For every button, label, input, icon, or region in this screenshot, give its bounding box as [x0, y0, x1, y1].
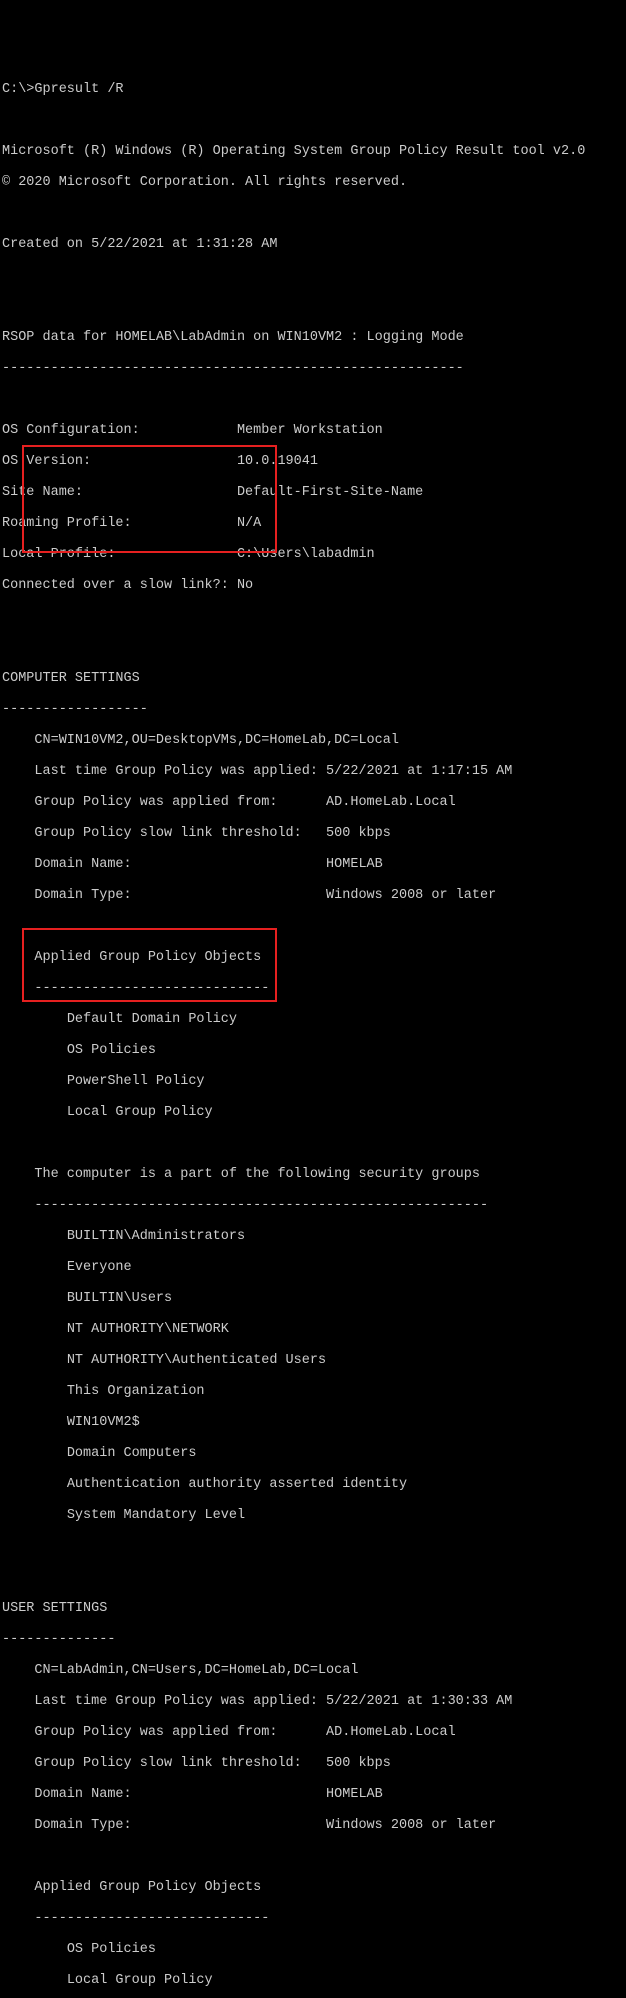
sec-group-item: BUILTIN\Users	[2, 1291, 624, 1307]
user-gpo-item: OS Policies	[2, 1942, 624, 1958]
terminal-output: C:\>Gpresult /R Microsoft (R) Windows (R…	[2, 66, 624, 1998]
sec-group-item: NT AUTHORITY\NETWORK	[2, 1322, 624, 1338]
sec-group-item: WIN10VM2$	[2, 1415, 624, 1431]
computer-settings-header: COMPUTER SETTINGS	[2, 671, 624, 687]
site-name: Site Name: Default-First-Site-Name	[2, 485, 624, 501]
user-last-applied: Last time Group Policy was applied: 5/22…	[2, 1694, 624, 1710]
applied-gpo-header-user: Applied Group Policy Objects	[2, 1880, 624, 1896]
comp-gpo-item: OS Policies	[2, 1043, 624, 1059]
os-version: OS Version: 10.0.19041	[2, 454, 624, 470]
tool-header-1: Microsoft (R) Windows (R) Operating Syst…	[2, 144, 624, 160]
rsop-rule: ----------------------------------------…	[2, 361, 624, 377]
comp-gpo-item: Local Group Policy	[2, 1105, 624, 1121]
sec-group-item: This Organization	[2, 1384, 624, 1400]
rsop-header: RSOP data for HOMELAB\LabAdmin on WIN10V…	[2, 330, 624, 346]
sec-group-item: NT AUTHORITY\Authenticated Users	[2, 1353, 624, 1369]
comp-domain-type: Domain Type: Windows 2008 or later	[2, 888, 624, 904]
user-dn: CN=LabAdmin,CN=Users,DC=HomeLab,DC=Local	[2, 1663, 624, 1679]
sec-groups-header: The computer is a part of the following …	[2, 1167, 624, 1183]
sec-group-item: BUILTIN\Administrators	[2, 1229, 624, 1245]
sec-group-item: System Mandatory Level	[2, 1508, 624, 1524]
user-domain-name: Domain Name: HOMELAB	[2, 1787, 624, 1803]
user-slow-threshold: Group Policy slow link threshold: 500 kb…	[2, 1756, 624, 1772]
computer-settings-rule: ------------------	[2, 702, 624, 718]
user-domain-type: Domain Type: Windows 2008 or later	[2, 1818, 624, 1834]
sec-group-item: Authentication authority asserted identi…	[2, 1477, 624, 1493]
applied-gpo-header-comp: Applied Group Policy Objects	[2, 950, 624, 966]
comp-slow-threshold: Group Policy slow link threshold: 500 kb…	[2, 826, 624, 842]
sec-group-item: Domain Computers	[2, 1446, 624, 1462]
sec-group-item: Everyone	[2, 1260, 624, 1276]
user-gpo-item: Local Group Policy	[2, 1973, 624, 1989]
local-profile: Local Profile: C:\Users\labadmin	[2, 547, 624, 563]
created-on: Created on ‎5/‎22/‎2021 at 1:31:28 AM	[2, 237, 624, 253]
roaming-profile: Roaming Profile: N/A	[2, 516, 624, 532]
os-config: OS Configuration: Member Workstation	[2, 423, 624, 439]
comp-gpo-item: PowerShell Policy	[2, 1074, 624, 1090]
comp-domain-name: Domain Name: HOMELAB	[2, 857, 624, 873]
command-prompt[interactable]: C:\>Gpresult /R	[2, 82, 624, 98]
sec-groups-rule: ----------------------------------------…	[2, 1198, 624, 1214]
user-settings-rule: --------------	[2, 1632, 624, 1648]
applied-gpo-rule-comp: -----------------------------	[2, 981, 624, 997]
user-settings-header: USER SETTINGS	[2, 1601, 624, 1617]
comp-applied-from: Group Policy was applied from: AD.HomeLa…	[2, 795, 624, 811]
comp-last-applied: Last time Group Policy was applied: 5/22…	[2, 764, 624, 780]
slow-link: Connected over a slow link?: No	[2, 578, 624, 594]
comp-gpo-item: Default Domain Policy	[2, 1012, 624, 1028]
tool-header-2: © 2020 Microsoft Corporation. All rights…	[2, 175, 624, 191]
comp-dn: CN=WIN10VM2,OU=DesktopVMs,DC=HomeLab,DC=…	[2, 733, 624, 749]
applied-gpo-rule-user: -----------------------------	[2, 1911, 624, 1927]
user-applied-from: Group Policy was applied from: AD.HomeLa…	[2, 1725, 624, 1741]
